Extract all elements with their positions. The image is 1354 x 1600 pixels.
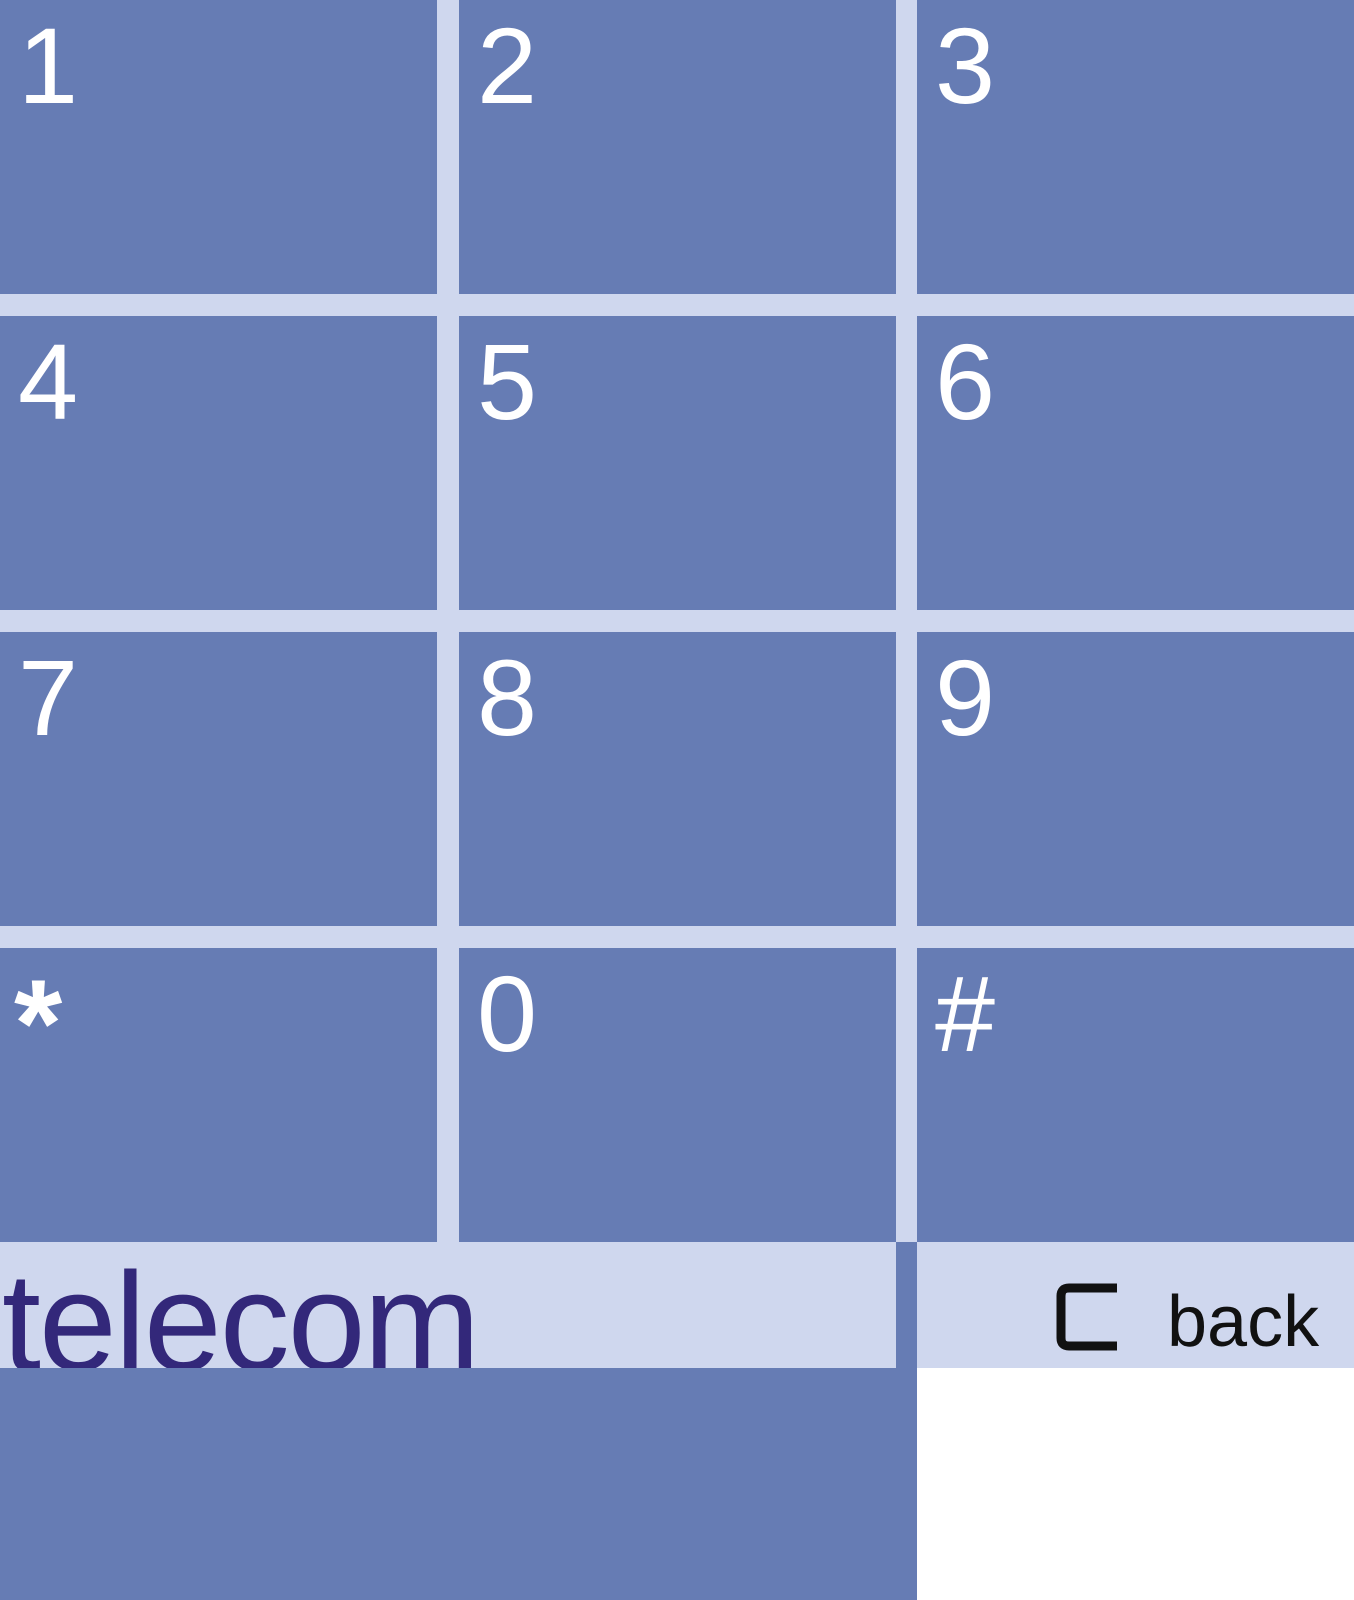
empty-area: [917, 1368, 1354, 1600]
key-label: 5: [477, 321, 538, 442]
key-5[interactable]: 5: [459, 316, 896, 610]
key-label: 4: [18, 321, 79, 442]
bottom-panel: [0, 1368, 917, 1600]
back-button[interactable]: back: [917, 1242, 1354, 1368]
key-8[interactable]: 8: [459, 632, 896, 926]
key-label: #: [935, 953, 996, 1074]
key-label: *: [14, 955, 63, 1093]
key-label: 9: [935, 637, 996, 758]
key-label: 2: [477, 5, 538, 126]
brand-logo-text: telecom: [2, 1243, 480, 1369]
key-hash[interactable]: #: [917, 948, 1354, 1242]
key-star[interactable]: *: [0, 948, 437, 1242]
key-label: 6: [935, 321, 996, 442]
key-7[interactable]: 7: [0, 632, 437, 926]
key-1[interactable]: 1: [0, 0, 437, 294]
key-3[interactable]: 3: [917, 0, 1354, 294]
brand-bar: telecom: [0, 1242, 896, 1368]
key-label: 8: [477, 637, 538, 758]
key-4[interactable]: 4: [0, 316, 437, 610]
key-label: 1: [18, 5, 79, 126]
clear-icon: [1056, 1283, 1117, 1351]
key-2[interactable]: 2: [459, 0, 896, 294]
key-0[interactable]: 0: [459, 948, 896, 1242]
divider: [896, 1242, 917, 1368]
key-label: 7: [18, 637, 79, 758]
key-label: 0: [477, 953, 538, 1074]
key-6[interactable]: 6: [917, 316, 1354, 610]
key-label: 3: [935, 5, 996, 126]
key-9[interactable]: 9: [917, 632, 1354, 926]
back-label: back: [1167, 1282, 1320, 1362]
